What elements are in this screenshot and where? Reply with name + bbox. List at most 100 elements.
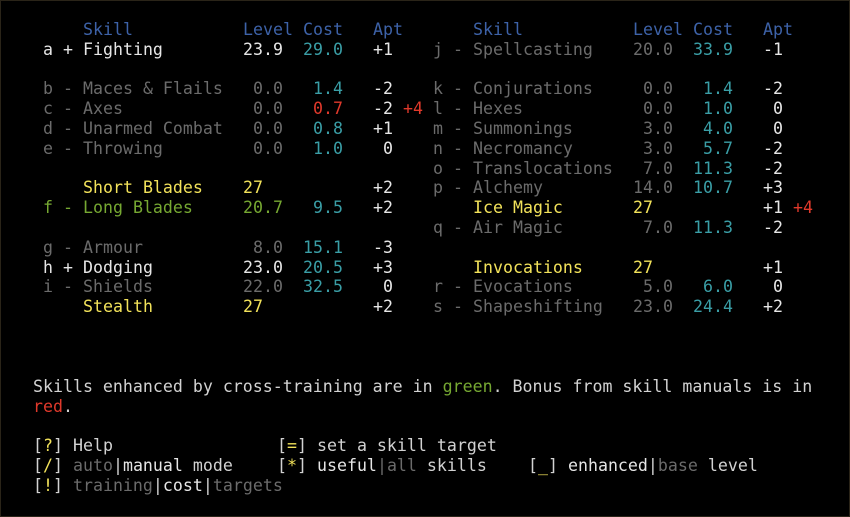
skill-aptitude: -1 [763, 39, 783, 59]
skill-hotkey[interactable]: p [433, 178, 443, 198]
skill-name[interactable]: Conjurations [473, 79, 593, 99]
skill-name[interactable]: Invocations [473, 258, 583, 278]
skill-hotkey[interactable]: f [43, 198, 53, 218]
skill-name[interactable]: Ice Magic [473, 198, 563, 218]
view-key: ! [43, 476, 53, 495]
skill-hotkey[interactable]: l [433, 99, 443, 119]
skill-training-toggle[interactable]: - [453, 218, 463, 238]
skill-hotkey[interactable]: r [433, 277, 443, 297]
skill-training-toggle[interactable]: - [453, 159, 463, 179]
enhanced-option: enhanced [567, 456, 648, 475]
skill-hotkey[interactable]: e [43, 139, 53, 159]
skill-hotkey[interactable]: g [43, 238, 53, 258]
skill-name[interactable]: Unarmed Combat [83, 119, 223, 139]
skill-training-toggle[interactable]: + [63, 258, 73, 278]
skill-hotkey[interactable]: a [43, 40, 53, 60]
mode-toggle[interactable]: [/] auto|manual mode [33, 456, 233, 476]
skill-name[interactable]: Short Blades [83, 178, 203, 198]
skill-aptitude: +1 [373, 119, 393, 138]
skill-aptitude: 0 [773, 119, 783, 138]
skill-name[interactable]: Evocations [473, 277, 573, 297]
skill-name[interactable]: Shields [83, 277, 153, 297]
help-command[interactable]: [?] Help [33, 436, 113, 456]
useful-option: useful [316, 456, 377, 475]
skill-name[interactable]: Dodging [83, 258, 153, 278]
mode-auto: auto [72, 456, 113, 475]
skill-hotkey[interactable]: q [433, 218, 443, 238]
legend-text-part: . Bonus from skill manuals is in [492, 377, 813, 396]
skill-training-toggle[interactable]: - [63, 277, 73, 297]
skill-aptitude: +2 [373, 297, 393, 317]
column-header-skill: Skill [473, 20, 523, 39]
skill-aptitude: -2 [763, 218, 783, 237]
skill-name[interactable]: Fighting [83, 40, 163, 60]
skill-training-toggle[interactable]: - [453, 277, 463, 297]
skill-training-toggle[interactable]: - [453, 99, 463, 119]
skill-training-toggle[interactable]: - [453, 178, 463, 198]
skill-training-toggle[interactable]: - [63, 238, 73, 258]
skill-name[interactable]: Stealth [83, 297, 153, 317]
skill-hotkey[interactable]: i [43, 277, 53, 297]
skill-training-toggle[interactable]: - [63, 119, 73, 139]
skill-name[interactable]: Long Blades [83, 198, 193, 218]
skill-training-toggle[interactable]: - [453, 40, 463, 60]
skill-hotkey[interactable]: s [433, 297, 443, 317]
skill-level: 7.0 [643, 158, 673, 178]
skill-training-toggle[interactable]: - [453, 139, 463, 159]
skill-training-toggle[interactable]: - [453, 119, 463, 139]
skill-name[interactable]: Axes [83, 99, 123, 119]
skill-name[interactable]: Throwing [83, 139, 163, 159]
skill-cost: 11.3 [693, 158, 733, 178]
skill-name[interactable]: Translocations [473, 159, 613, 179]
skill-training-toggle[interactable]: - [63, 99, 73, 119]
skill-level: 3.0 [643, 138, 673, 158]
skill-name[interactable]: Armour [83, 238, 143, 258]
skill-hotkey[interactable]: j [433, 40, 443, 60]
legend-text-part: Skills enhanced by cross-training are in [33, 377, 443, 396]
skill-aptitude: -3 [373, 237, 393, 257]
skill-cost: 24.4 [693, 297, 733, 317]
mode-key: / [43, 456, 53, 475]
legend-green-word: green [442, 377, 493, 396]
skill-hotkey[interactable]: h [43, 258, 53, 278]
skill-cost: 10.7 [693, 178, 733, 198]
enhanced-suffix: level [697, 456, 758, 475]
skill-name[interactable]: Necromancy [473, 139, 573, 159]
enhanced-key: _ [538, 456, 548, 475]
skill-hotkey[interactable]: b [43, 79, 53, 99]
skill-training-toggle[interactable]: - [453, 297, 463, 317]
skill-training-toggle[interactable]: - [63, 198, 73, 218]
useful-key: * [287, 456, 297, 475]
skill-name[interactable]: Summonings [473, 119, 573, 139]
set-target-command[interactable]: [=] set a skill target [277, 436, 497, 456]
skill-level: 7.0 [643, 218, 673, 237]
skill-level: 14.0 [633, 178, 673, 198]
skill-cost: 9.5 [313, 198, 343, 218]
skill-name[interactable]: Spellcasting [473, 40, 593, 60]
skill-name[interactable]: Air Magic [473, 218, 563, 238]
skill-name[interactable]: Shapeshifting [473, 297, 603, 317]
useful-toggle[interactable]: [*] useful|all skills [277, 456, 487, 476]
skill-training-toggle[interactable]: - [63, 139, 73, 159]
skill-training-toggle[interactable]: - [453, 79, 463, 99]
skill-name[interactable]: Hexes [473, 99, 523, 119]
column-header-level: Level [633, 20, 683, 39]
skill-aptitude: -2 [763, 138, 783, 158]
skill-cost: 11.3 [693, 218, 733, 237]
skill-hotkey[interactable]: n [433, 139, 443, 159]
skill-name[interactable]: Alchemy [473, 178, 543, 198]
enhanced-toggle[interactable]: [_] enhanced|base level [528, 456, 758, 476]
view-toggle[interactable]: [!] training|cost|targets [33, 476, 283, 496]
skill-name[interactable]: Maces & Flails [83, 79, 223, 99]
target-label: set a skill target [316, 436, 497, 455]
skill-training-toggle[interactable]: - [63, 79, 73, 99]
skill-aptitude: 0 [773, 99, 783, 119]
skill-hotkey[interactable]: o [433, 159, 443, 179]
skill-training-toggle[interactable]: + [63, 40, 73, 60]
skill-hotkey[interactable]: k [433, 79, 443, 99]
skill-hotkey[interactable]: m [433, 119, 443, 139]
help-label: Help [72, 436, 113, 455]
skill-hotkey[interactable]: d [43, 119, 53, 139]
skill-cost: 4.0 [703, 119, 733, 138]
skill-hotkey[interactable]: c [43, 99, 53, 119]
